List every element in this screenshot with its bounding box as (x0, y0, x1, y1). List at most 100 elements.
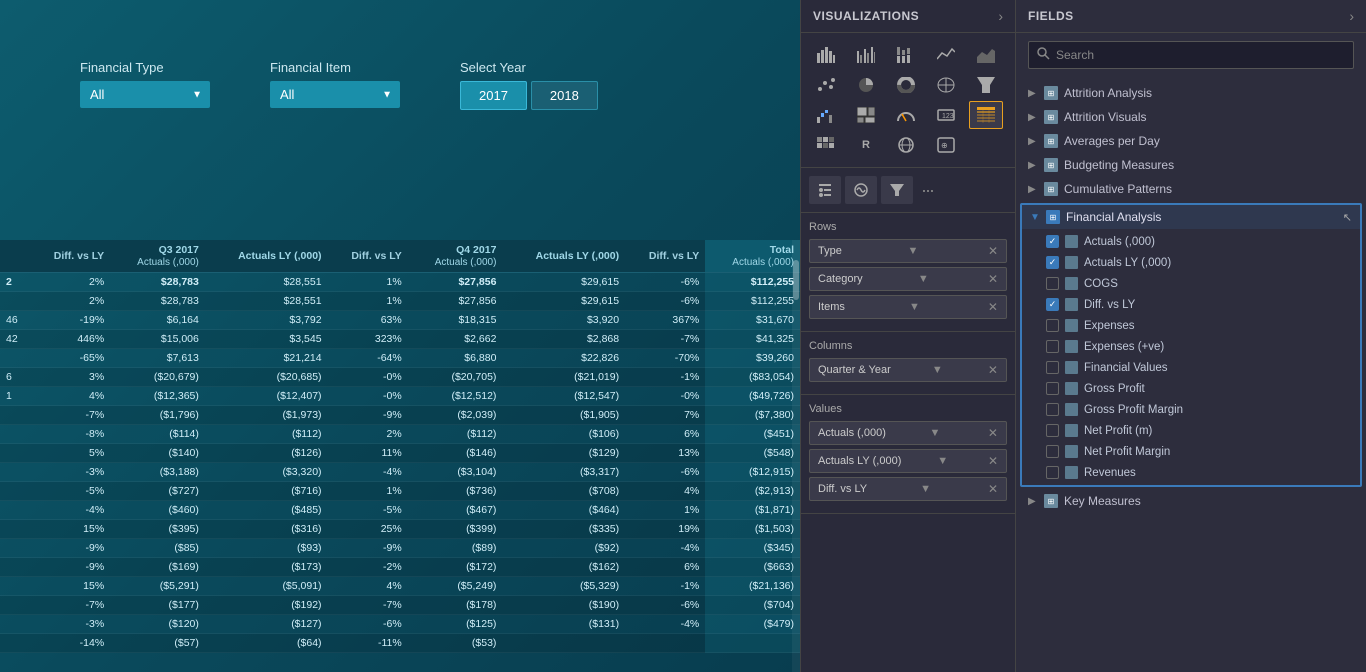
format-icon[interactable] (809, 176, 841, 204)
gross-profit-checkbox[interactable] (1046, 382, 1059, 395)
sidebar-item-label: Attrition Visuals (1064, 110, 1146, 124)
diff-vs-ly-checkbox[interactable] (1046, 298, 1059, 311)
field-expenses[interactable]: Expenses (1022, 315, 1360, 336)
field-label: Gross Profit Margin (1084, 404, 1183, 416)
visualizations-expand-icon[interactable]: › (998, 8, 1003, 24)
actuals-ly-chip[interactable]: Actuals LY (,000) ▼ ✕ (809, 449, 1007, 473)
fields-expand-icon[interactable]: › (1349, 8, 1354, 24)
sidebar-item-cumulative-patterns[interactable]: ▶ ⊞ Cumulative Patterns (1016, 177, 1366, 201)
field-diff-vs-ly[interactable]: Diff. vs LY (1022, 294, 1360, 315)
bar-chart-icon[interactable] (809, 41, 843, 69)
treemap-icon[interactable] (849, 101, 883, 129)
donut-chart-icon[interactable] (889, 71, 923, 99)
field-label: COGS (1084, 278, 1118, 290)
field-label: Diff. vs LY (1084, 299, 1135, 311)
financial-values-checkbox[interactable] (1046, 361, 1059, 374)
sidebar-item-key-measures[interactable]: ▶ ⊞ Key Measures (1016, 489, 1366, 513)
globe-icon[interactable] (889, 131, 923, 159)
financial-type-select[interactable]: All (80, 81, 210, 108)
custom-visual-icon[interactable]: ⊕ (929, 131, 963, 159)
sidebar-item-attrition-visuals[interactable]: ▶ ⊞ Attrition Visuals (1016, 105, 1366, 129)
area-chart-icon[interactable] (969, 41, 1003, 69)
table-icon: ⊞ (1044, 86, 1058, 100)
actuals-chip[interactable]: Actuals (,000) ▼ ✕ (809, 421, 1007, 445)
table-viz-icon[interactable] (969, 101, 1003, 129)
table-icon: ⊞ (1044, 134, 1058, 148)
stacked-bar-icon[interactable] (889, 41, 923, 69)
field-revenues[interactable]: Revenues (1022, 462, 1360, 483)
map-icon[interactable] (929, 71, 963, 99)
revenues-checkbox[interactable] (1046, 466, 1059, 479)
quarter-year-chip[interactable]: Quarter & Year ▼ ✕ (809, 358, 1007, 382)
filter-icon[interactable] (881, 176, 913, 204)
financial-item-select-wrapper[interactable]: All (270, 81, 400, 108)
table-scrollbar[interactable] (792, 240, 800, 672)
cursor-position: ↖ (1343, 211, 1352, 224)
actuals-checkbox[interactable] (1046, 235, 1059, 248)
items-chip[interactable]: Items ▼ ✕ (809, 295, 1007, 319)
analytics-icon[interactable] (845, 176, 877, 204)
field-gross-profit-margin[interactable]: Gross Profit Margin (1022, 399, 1360, 420)
search-input[interactable] (1056, 48, 1345, 62)
sidebar-item-averages-per-day[interactable]: ▶ ⊞ Averages per Day (1016, 129, 1366, 153)
field-label: Net Profit Margin (1084, 446, 1170, 458)
scatter-icon[interactable] (809, 71, 843, 99)
fields-search-bar[interactable] (1028, 41, 1354, 69)
field-actuals[interactable]: Actuals (,000) (1022, 231, 1360, 252)
expand-arrow-icon: ▶ (1028, 160, 1038, 171)
funnel-icon[interactable] (969, 71, 1003, 99)
financial-analysis-fields: Actuals (,000) Actuals LY (,000) COGS (1022, 229, 1360, 485)
financial-item-select[interactable]: All (270, 81, 400, 108)
field-net-profit-margin[interactable]: Net Profit Margin (1022, 441, 1360, 462)
expand-arrow-icon: ▶ (1028, 88, 1038, 99)
gross-profit-margin-checkbox[interactable] (1046, 403, 1059, 416)
pie-chart-icon[interactable] (849, 71, 883, 99)
field-gross-profit[interactable]: Gross Profit (1022, 378, 1360, 399)
diff-vs-ly-chip[interactable]: Diff. vs LY ▼ ✕ (809, 477, 1007, 501)
col-header-total: TotalActuals (,000) (705, 240, 800, 273)
field-expenses-pve[interactable]: Expenses (+ve) (1022, 336, 1360, 357)
line-chart-icon[interactable] (929, 41, 963, 69)
waterfall-icon[interactable] (809, 101, 843, 129)
net-profit-m-checkbox[interactable] (1046, 424, 1059, 437)
more-options-icon[interactable]: ··· (917, 180, 933, 201)
field-cogs[interactable]: COGS (1022, 273, 1360, 294)
financial-type-select-wrapper[interactable]: All (80, 81, 210, 108)
field-net-profit-m[interactable]: Net Profit (m) (1022, 420, 1360, 441)
table-scrollbar-thumb[interactable] (793, 260, 799, 300)
year-2018-btn[interactable]: 2018 (531, 81, 598, 110)
visualizations-panel: VISUALIZATIONS › (800, 0, 1015, 672)
actuals-ly-checkbox[interactable] (1046, 256, 1059, 269)
table-row: 15% ($395) ($316) 25% ($399) ($335) 19% … (0, 520, 800, 539)
year-2017-btn[interactable]: 2017 (460, 81, 527, 110)
category-chip[interactable]: Category ▼ ✕ (809, 267, 1007, 291)
fields-header: FIELDS › (1016, 0, 1366, 33)
col-header-actuals-ly2: Actuals LY (,000) (502, 240, 625, 273)
cogs-checkbox[interactable] (1046, 277, 1059, 290)
field-actuals-ly[interactable]: Actuals LY (,000) (1022, 252, 1360, 273)
filter-bar: Financial Type All Financial Item All Se… (80, 60, 598, 110)
r-visual-icon[interactable]: R (849, 131, 883, 159)
field-financial-values[interactable]: Financial Values (1022, 357, 1360, 378)
card-icon[interactable]: 123 (929, 101, 963, 129)
sidebar-item-financial-analysis[interactable]: ▼ ⊞ Financial Analysis ↖ (1022, 205, 1360, 229)
grouped-bar-icon[interactable] (849, 41, 883, 69)
expenses-pve-checkbox[interactable] (1046, 340, 1059, 353)
table-row: -5% ($727) ($716) 1% ($736) ($708) 4% ($… (0, 482, 800, 501)
field-label: Actuals LY (,000) (1084, 257, 1171, 269)
field-label: Expenses (+ve) (1084, 341, 1164, 353)
field-icon (1065, 340, 1078, 353)
table-icon: ⊞ (1046, 210, 1060, 224)
table-row: -7% ($1,796) ($1,973) -9% ($2,039) ($1,9… (0, 406, 800, 425)
sidebar-item-budgeting-measures[interactable]: ▶ ⊞ Budgeting Measures (1016, 153, 1366, 177)
col-header-blank (0, 240, 30, 273)
sidebar-item-attrition-analysis[interactable]: ▶ ⊞ Attrition Analysis (1016, 81, 1366, 105)
main-content: Financial Type All Financial Item All Se… (0, 0, 800, 672)
net-profit-margin-checkbox[interactable] (1046, 445, 1059, 458)
gauge-icon[interactable] (889, 101, 923, 129)
expenses-checkbox[interactable] (1046, 319, 1059, 332)
expand-arrow-icon: ▶ (1028, 184, 1038, 195)
type-chip[interactable]: Type ▼ ✕ (809, 239, 1007, 263)
matrix-icon[interactable] (809, 131, 843, 159)
year-buttons: 2017 2018 (460, 81, 598, 110)
